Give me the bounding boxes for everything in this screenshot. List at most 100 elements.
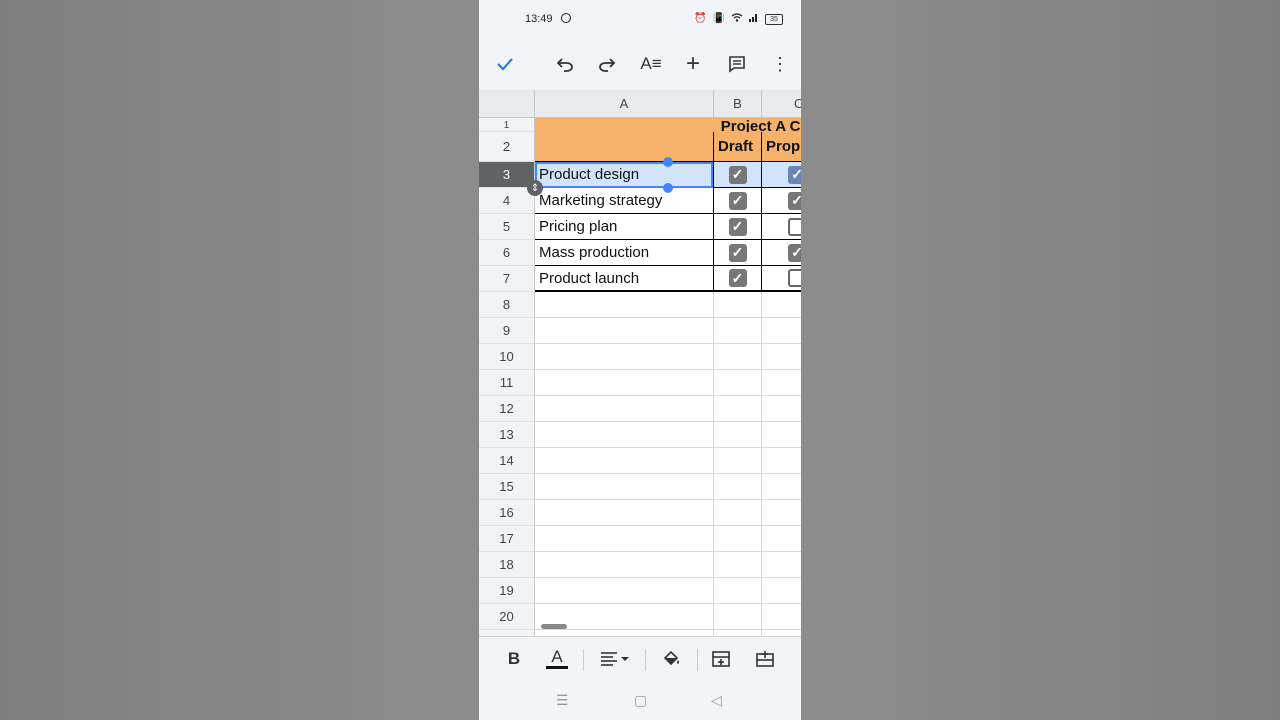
- align-button[interactable]: [599, 645, 631, 673]
- signal-icon: [749, 12, 759, 26]
- selection-handle-bottom[interactable]: [663, 183, 673, 193]
- row-header-16[interactable]: 16: [479, 500, 535, 526]
- row-header-12[interactable]: 12: [479, 396, 535, 422]
- undo-icon[interactable]: [551, 50, 579, 78]
- cell-c4[interactable]: ✓: [762, 188, 801, 214]
- insert-column-button[interactable]: [753, 645, 777, 673]
- divider: [645, 649, 646, 671]
- column-header-b[interactable]: B: [714, 90, 762, 118]
- row-header-18[interactable]: 18: [479, 552, 535, 578]
- text-color-button[interactable]: A: [545, 645, 569, 673]
- checkbox-checked[interactable]: ✓: [728, 165, 747, 184]
- check-icon[interactable]: [491, 50, 519, 78]
- cell-a5[interactable]: Pricing plan: [535, 214, 714, 240]
- status-time: 13:49: [525, 13, 553, 25]
- cell-c5[interactable]: [762, 214, 801, 240]
- checkbox-unchecked[interactable]: [788, 269, 801, 287]
- checkbox-checked[interactable]: ✓: [788, 243, 801, 262]
- phone-screen: 13:49 ⏰ 📳 35 A≡ + ⋮ A B C 1 2 3 4 5 6 7 …: [479, 0, 801, 720]
- row-header-6[interactable]: 6: [479, 240, 535, 266]
- row-header-4[interactable]: 4: [479, 188, 535, 214]
- insert-row-icon: [712, 651, 730, 667]
- divider: [697, 649, 698, 671]
- spreadsheet-grid[interactable]: A B C 1 2 3 4 5 6 7 8 9 10 11 12 13 14 1…: [479, 90, 801, 636]
- comment-icon[interactable]: [723, 50, 751, 78]
- row-header-8[interactable]: 8: [479, 292, 535, 318]
- checkbox-checked[interactable]: ✓: [728, 243, 747, 262]
- column-header-a[interactable]: A: [535, 90, 714, 118]
- alarm-icon: ⏰: [694, 13, 707, 24]
- empty-cells[interactable]: [535, 292, 801, 636]
- checkbox-checked[interactable]: ✓: [728, 191, 747, 210]
- cell-a3[interactable]: Product design: [535, 162, 714, 188]
- cell-c6[interactable]: ✓: [762, 240, 801, 266]
- title-cell[interactable]: Project A Com: [535, 118, 801, 132]
- battery-icon: 35: [765, 13, 783, 25]
- insert-row-button[interactable]: [709, 645, 733, 673]
- cell-a2[interactable]: [535, 132, 714, 162]
- header-draft: Draft: [718, 138, 754, 155]
- horizontal-scrollbar[interactable]: [541, 624, 567, 629]
- insert-icon[interactable]: +: [679, 50, 707, 78]
- cell-b3[interactable]: ✓: [714, 162, 762, 188]
- row-header-19[interactable]: 19: [479, 578, 535, 604]
- column-header-c[interactable]: C: [762, 90, 801, 118]
- cell-a6[interactable]: Mass production: [535, 240, 714, 266]
- more-vert-icon[interactable]: ⋮: [766, 50, 794, 78]
- insert-column-icon: [756, 651, 774, 667]
- status-icons: ⏰ 📳 35: [694, 12, 783, 26]
- background-right: [801, 0, 1280, 720]
- cell-c2[interactable]: Prop: [762, 132, 801, 162]
- text-format-icon[interactable]: A≡: [637, 50, 665, 78]
- row-header-9[interactable]: 9: [479, 318, 535, 344]
- text-color-icon: A: [551, 647, 563, 666]
- checkbox-unchecked[interactable]: [788, 217, 801, 236]
- cell-a4[interactable]: Marketing strategy: [535, 188, 714, 214]
- row-header-15[interactable]: 15: [479, 474, 535, 500]
- row-header-10[interactable]: 10: [479, 344, 535, 370]
- checkbox-checked[interactable]: ✓: [728, 217, 747, 236]
- row-header-20[interactable]: 20: [479, 604, 535, 630]
- row-header-14[interactable]: 14: [479, 448, 535, 474]
- checkbox-checked[interactable]: ✓: [788, 191, 801, 210]
- sheet-title: Project A Com: [720, 118, 801, 132]
- wifi-icon: [731, 12, 743, 26]
- paint-bucket-icon: [663, 650, 679, 666]
- cell-b2[interactable]: Draft: [714, 132, 762, 162]
- cell-b6[interactable]: ✓: [714, 240, 762, 266]
- align-left-icon: [601, 652, 629, 666]
- vibrate-icon: 📳: [712, 13, 725, 24]
- row-header-7[interactable]: 7: [479, 266, 535, 292]
- cell-c7[interactable]: [762, 266, 801, 292]
- row-header-17[interactable]: 17: [479, 526, 535, 552]
- row-header-1[interactable]: 1: [479, 118, 535, 132]
- item-label: Mass production: [539, 244, 650, 261]
- text-color-swatch: [546, 666, 568, 669]
- selection-handle-top[interactable]: [663, 157, 673, 167]
- cell-a7[interactable]: Product launch: [535, 266, 714, 292]
- row-header-5[interactable]: 5: [479, 214, 535, 240]
- cell-b5[interactable]: ✓: [714, 214, 762, 240]
- fill-color-button[interactable]: [659, 645, 683, 673]
- header-prop: Prop: [766, 138, 801, 155]
- home-icon[interactable]: ▢: [634, 692, 647, 709]
- row-header-13[interactable]: 13: [479, 422, 535, 448]
- format-bar: B A: [479, 636, 801, 683]
- checkbox-checked[interactable]: ✓: [788, 165, 801, 184]
- cell-b7[interactable]: ✓: [714, 266, 762, 292]
- cell-c3[interactable]: ✓: [762, 162, 801, 188]
- item-label: Product design: [539, 166, 640, 183]
- select-all-corner[interactable]: [479, 90, 535, 118]
- back-icon[interactable]: ◁: [711, 692, 722, 709]
- background-left: [0, 0, 479, 720]
- row-header-2[interactable]: 2: [479, 132, 535, 162]
- redo-icon[interactable]: [593, 50, 621, 78]
- row-resize-handle-icon[interactable]: ⇕: [527, 180, 543, 196]
- recents-icon[interactable]: ☰: [556, 692, 569, 709]
- row-header-11[interactable]: 11: [479, 370, 535, 396]
- bold-button[interactable]: B: [503, 645, 525, 673]
- cell-b4[interactable]: ✓: [714, 188, 762, 214]
- checkbox-checked[interactable]: ✓: [728, 269, 747, 287]
- item-label: Pricing plan: [539, 218, 618, 235]
- divider: [583, 649, 584, 671]
